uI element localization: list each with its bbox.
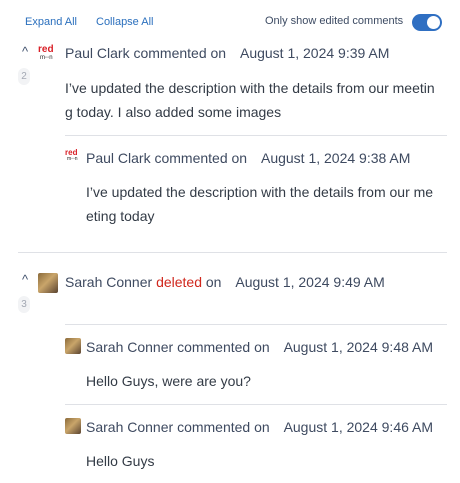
avatar bbox=[38, 273, 58, 293]
comment-date: August 1, 2024 9:39 AM bbox=[239, 45, 390, 61]
comment-action: commented on bbox=[154, 150, 248, 166]
comment-header: Paul Clark commented on August 1, 2024 9… bbox=[65, 45, 389, 61]
reply-body-line: I’ve updated the description with the de… bbox=[86, 184, 434, 200]
edited-comments-toggle[interactable] bbox=[412, 14, 442, 31]
comment-action: commented on bbox=[177, 419, 270, 435]
comment-action: commented on bbox=[133, 45, 227, 61]
author-name[interactable]: Sarah Conner bbox=[65, 274, 152, 290]
divider bbox=[65, 404, 447, 405]
comment-date: August 1, 2024 9:46 AM bbox=[283, 419, 434, 435]
reply-body-line: eting today bbox=[86, 208, 155, 224]
reply-body: I’ve updated the description with the de… bbox=[86, 180, 433, 228]
author-name[interactable]: Paul Clark bbox=[86, 150, 151, 166]
avatar bbox=[65, 338, 81, 354]
comment-date: August 1, 2024 9:49 AM bbox=[235, 274, 385, 290]
reply-body: Hello Guys, were are you? bbox=[86, 373, 251, 389]
comment-action: commented on bbox=[177, 339, 270, 355]
comment-body-line: g today. I also added some images bbox=[65, 104, 282, 120]
comment-body-line: I’ve updated the description with the de… bbox=[65, 80, 435, 96]
avatar: red m◦◦n bbox=[38, 44, 58, 62]
reply-header: Sarah Conner commented on August 1, 2024… bbox=[86, 339, 433, 355]
toggle-knob bbox=[427, 16, 440, 29]
avatar-logo-subtext: m◦◦n bbox=[40, 55, 53, 61]
comment-header: Sarah Conner deleted on August 1, 2024 9… bbox=[65, 274, 385, 290]
comment-action: on bbox=[205, 274, 222, 290]
comment-body: I’ve updated the description with the de… bbox=[65, 76, 435, 124]
toggle-label: Only show edited comments bbox=[265, 15, 404, 27]
avatar-logo-text: red bbox=[38, 44, 54, 55]
author-name[interactable]: Sarah Conner bbox=[86, 419, 173, 435]
collapse-all-link[interactable]: Collapse All bbox=[96, 16, 153, 28]
author-name[interactable]: Sarah Conner bbox=[86, 339, 173, 355]
avatar-logo-subtext: m◦◦n bbox=[67, 156, 78, 162]
reply-count-badge: 3 bbox=[18, 296, 30, 313]
divider bbox=[65, 135, 447, 136]
reply-header: Paul Clark commented on August 1, 2024 9… bbox=[86, 150, 410, 166]
avatar bbox=[65, 418, 81, 434]
divider bbox=[65, 324, 447, 325]
reply-body: Hello Guys bbox=[86, 453, 155, 469]
deleted-label: deleted bbox=[156, 274, 202, 290]
chevron-up-icon[interactable]: ^ bbox=[18, 272, 32, 287]
comment-date: August 1, 2024 9:48 AM bbox=[283, 339, 434, 355]
reply-count-badge: 2 bbox=[18, 68, 30, 85]
comment-date: August 1, 2024 9:38 AM bbox=[260, 150, 411, 166]
expand-all-link[interactable]: Expand All bbox=[25, 16, 77, 28]
chevron-up-icon[interactable]: ^ bbox=[18, 44, 32, 59]
avatar: red m◦◦n bbox=[65, 148, 85, 166]
toolbar: Expand All Collapse All Only show edited… bbox=[0, 0, 460, 44]
reply-header: Sarah Conner commented on August 1, 2024… bbox=[86, 419, 433, 435]
author-name[interactable]: Paul Clark bbox=[65, 45, 130, 61]
thread-divider bbox=[18, 252, 447, 253]
